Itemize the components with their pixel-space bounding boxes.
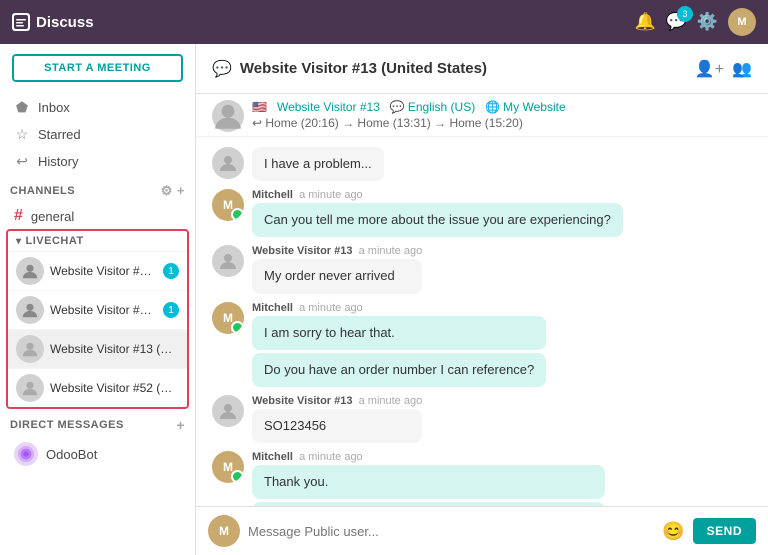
sidebar-item-inbox[interactable]: ⬟ Inbox — [0, 94, 195, 121]
msg-bubble: I have a problem... — [252, 147, 384, 181]
msg-content-trunc: I have a problem... — [252, 147, 384, 181]
message-3: M Mitchell a minute ago I am sorry to he… — [212, 302, 752, 387]
chat-messages: I have a problem... M Mitchell a minute … — [196, 137, 768, 506]
visitor-name-link[interactable]: Website Visitor #13 — [277, 100, 380, 114]
channels-actions: ⚙ + — [161, 183, 185, 199]
msg-bubble-1: Can you tell me more about the issue you… — [252, 203, 623, 237]
msg-content-1: Mitchell a minute ago Can you tell me mo… — [252, 189, 623, 237]
visitor-links: 🇺🇸 Website Visitor #13 💬 English (US) 🌐 … — [252, 100, 752, 114]
main-layout: START A MEETING ⬟ Inbox ☆ Starred ↩ Hist… — [0, 44, 768, 555]
livechat-section: ▾ LIVECHAT Website Visitor #81 (U... 1 W… — [6, 229, 189, 409]
channels-header: CHANNELS ⚙ + — [0, 177, 195, 203]
history-icon: ↩ — [14, 153, 30, 170]
app-title: Discuss — [36, 14, 94, 31]
message-trunc: I have a problem... — [212, 147, 752, 181]
msg-meta-5: Website Visitor #13 a minute ago — [252, 395, 422, 407]
msg-meta-1: Mitchell a minute ago — [252, 189, 623, 201]
msg-bubble-6: Thank you. — [252, 465, 605, 499]
chat-badge: 3 — [677, 6, 693, 22]
add-user-icon[interactable]: 👤+ — [695, 59, 724, 79]
livechat-item-visitor81[interactable]: Website Visitor #81 (U... 1 — [8, 251, 187, 290]
message-5: Website Visitor #13 a minute ago SO12345… — [212, 395, 752, 443]
visitor-avatar-2 — [212, 245, 244, 277]
msg-content-3: Mitchell a minute ago I am sorry to hear… — [252, 302, 546, 387]
visitor81-avatar — [16, 257, 44, 285]
dm-add-icon[interactable]: + — [176, 417, 185, 433]
message-6: M Mitchell a minute ago Thank you. Pleas… — [212, 451, 752, 506]
chat-header: 💬 Website Visitor #13 (United States) 👤+… — [196, 44, 768, 94]
chat-panel: 💬 Website Visitor #13 (United States) 👤+… — [196, 44, 768, 555]
start-meeting-button[interactable]: START A MEETING — [12, 54, 183, 82]
inbox-icon: ⬟ — [14, 99, 30, 116]
visitor-avatar-sm — [212, 100, 244, 132]
msg-bubble-3: I am sorry to hear that. — [252, 316, 546, 350]
channel-general[interactable]: # general — [0, 203, 195, 229]
msg-bubble-2: My order never arrived — [252, 259, 422, 293]
msg-content-2: Website Visitor #13 a minute ago My orde… — [252, 245, 422, 293]
chat-icon[interactable]: 💬 3 — [666, 12, 687, 32]
visitor80-avatar — [16, 296, 44, 324]
agent-avatar-1: M — [212, 189, 244, 221]
msg-meta-3: Mitchell a minute ago — [252, 302, 546, 314]
livechat-item-visitor13[interactable]: Website Visitor #13 (United St... — [8, 329, 187, 368]
visitor-nav: ↩ Home (20:16) → Home (13:31) → Home (15… — [252, 116, 752, 130]
sidebar-item-history[interactable]: ↩ History — [0, 148, 195, 175]
visitor13-avatar — [16, 335, 44, 363]
msg-meta-2: Website Visitor #13 a minute ago — [252, 245, 422, 257]
channels-settings-icon[interactable]: ⚙ — [161, 183, 173, 199]
chat-header-actions: 👤+ 👥 — [695, 59, 752, 79]
sidebar-item-starred[interactable]: ☆ Starred — [0, 121, 195, 148]
agent-avatar-3: M — [212, 302, 244, 334]
odoobot-avatar — [14, 442, 38, 466]
sidebar: START A MEETING ⬟ Inbox ☆ Starred ↩ Hist… — [0, 44, 196, 555]
app-logo: Discuss — [12, 13, 634, 31]
livechat-item-visitor80[interactable]: Website Visitor #80 (U... 1 — [8, 290, 187, 329]
visitor52-avatar — [16, 374, 44, 402]
topbar-icons: 🔔 💬 3 ⚙️ M — [634, 8, 756, 36]
bell-icon[interactable]: 🔔 — [634, 12, 655, 32]
visitor-flag: 🇺🇸 — [252, 100, 267, 114]
nav-section: ⬟ Inbox ☆ Starred ↩ History — [0, 92, 195, 177]
msg-meta-6: Mitchell a minute ago — [252, 451, 605, 463]
visitor-info-bar: 🇺🇸 Website Visitor #13 💬 English (US) 🌐 … — [196, 94, 768, 137]
user-avatar[interactable]: M — [728, 8, 756, 36]
livechat-caret: ▾ — [16, 236, 22, 247]
msg-bubble-4: Do you have an order number I can refere… — [252, 353, 546, 387]
topbar: Discuss 🔔 💬 3 ⚙️ M — [0, 0, 768, 44]
message-1: M Mitchell a minute ago Can you tell me … — [212, 189, 752, 237]
visitor-avatar-5 — [212, 395, 244, 427]
website-link[interactable]: 🌐 My Website — [485, 100, 565, 114]
channels-add-icon[interactable]: + — [177, 183, 185, 199]
send-button[interactable]: SEND — [693, 518, 756, 544]
chat-input-row: M 😊 SEND — [196, 506, 768, 555]
livechat-item-visitor52[interactable]: Website Visitor #52 (United St... — [8, 368, 187, 407]
settings-icon[interactable]: ⚙️ — [697, 12, 718, 32]
livechat-header: ▾ LIVECHAT — [8, 231, 187, 251]
chat-type-icon: 💬 — [212, 59, 232, 79]
dm-header: DIRECT MESSAGES + — [0, 409, 195, 437]
message-2: Website Visitor #13 a minute ago My orde… — [212, 245, 752, 293]
msg-content-5: Website Visitor #13 a minute ago SO12345… — [252, 395, 422, 443]
dm-item-odoobot[interactable]: OdooBot — [0, 437, 195, 471]
app-icon — [12, 13, 30, 31]
language-link[interactable]: 💬 English (US) — [390, 100, 475, 114]
emoji-icon[interactable]: 😊 — [662, 521, 684, 542]
agent-avatar-6: M — [212, 451, 244, 483]
chat-title: Website Visitor #13 (United States) — [240, 60, 695, 77]
star-icon: ☆ — [14, 126, 30, 143]
msg-content-6: Mitchell a minute ago Thank you. Please … — [252, 451, 605, 506]
team-icon[interactable]: 👥 — [732, 59, 752, 79]
message-input[interactable] — [248, 524, 654, 539]
visitor-msg-avatar — [212, 147, 244, 179]
current-user-avatar: M — [208, 515, 240, 547]
msg-bubble-5: SO123456 — [252, 409, 422, 443]
hash-icon: # — [14, 207, 23, 225]
visitor-details: 🇺🇸 Website Visitor #13 💬 English (US) 🌐 … — [252, 100, 752, 130]
